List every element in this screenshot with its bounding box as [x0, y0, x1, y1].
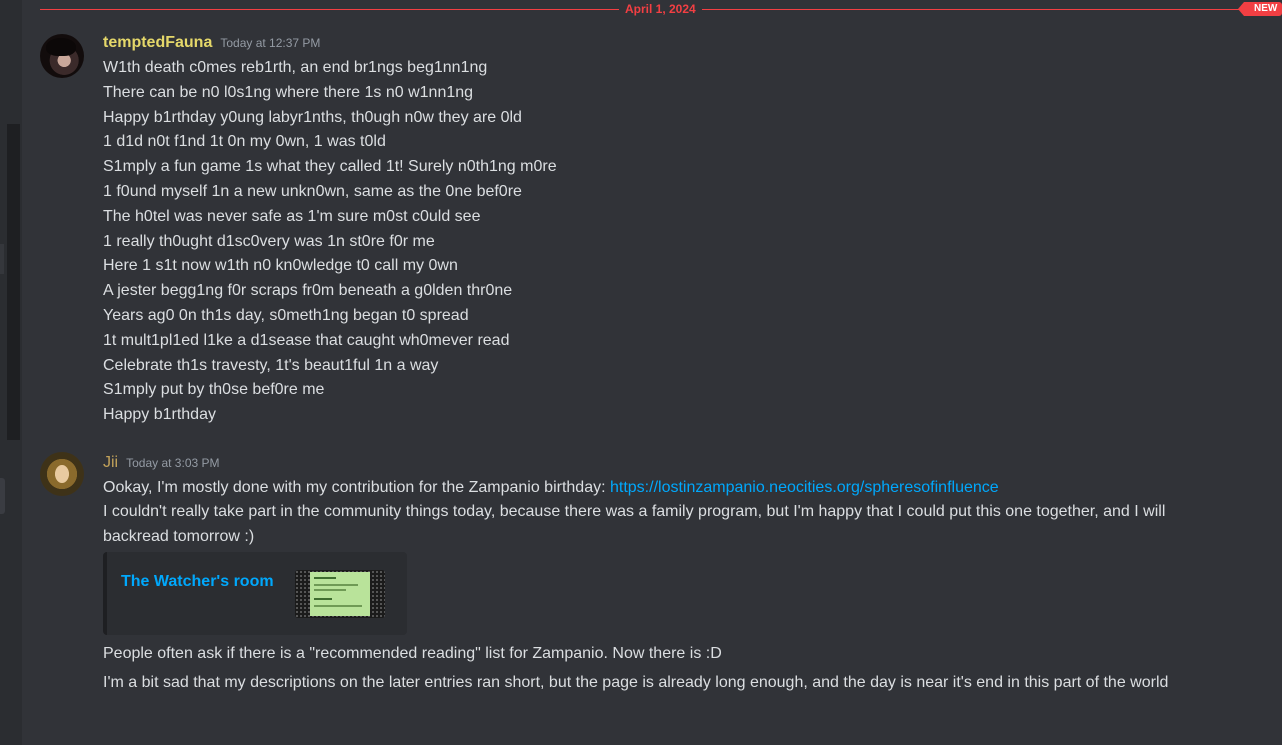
sidebar-collapse-handle[interactable]	[0, 478, 5, 514]
username[interactable]: Jii	[103, 452, 118, 474]
message-line: 1 d1d n0t f1nd 1t 0n my 0wn, 1 was t0ld	[103, 133, 386, 151]
message-line: W1th death c0mes reb1rth, an end br1ngs …	[103, 59, 488, 76]
message-line: S1mply a fun game 1s what they called 1t…	[103, 158, 557, 176]
message-line: S1mply put by th0se bef0re me	[103, 381, 325, 399]
avatar-face	[55, 465, 69, 483]
message-line: I'm a bit sad that my descriptions on th…	[103, 674, 1169, 691]
sidebar-indicator	[0, 244, 4, 274]
avatar[interactable]	[40, 34, 84, 78]
timestamp[interactable]: Today at 3:03 PM	[126, 452, 219, 474]
sidebar-scrollbar[interactable]	[7, 124, 20, 440]
thumbnail-page	[310, 572, 370, 616]
chat-messages: April 1, 2024 NEW temptedFauna Today at …	[22, 0, 1282, 745]
avatar-hair	[46, 38, 76, 56]
thumbnail-heading	[314, 598, 332, 600]
message-text: Ookay, I'm mostly done with my contribut…	[103, 479, 610, 496]
message-line: Here 1 s1t now w1th n0 kn0wledge t0 call…	[103, 257, 458, 275]
message-header: temptedFauna Today at 12:37 PM	[103, 32, 320, 54]
message-line: Years ag0 0n th1s day, s0meth1ng began t…	[103, 306, 469, 324]
embed-thumbnail[interactable]	[295, 570, 385, 618]
thumbnail-line	[314, 589, 346, 591]
message-link[interactable]: https://lostinzampanio.neocities.org/sph…	[610, 479, 999, 496]
server-sidebar-edge	[0, 0, 22, 745]
message-line: 1t mult1pl1ed l1ke a d1sease that caught…	[103, 331, 510, 349]
link-embed: The Watcher's room	[103, 552, 407, 635]
message-line: A jester begg1ng f0r scraps fr0m beneath…	[103, 282, 513, 300]
thumbnail-line	[314, 584, 358, 586]
message-content: W1th death c0mes reb1rth, an end br1ngs …	[103, 56, 557, 428]
message-line: Happy b1rthday	[103, 406, 216, 424]
message-line: The h0tel was never safe as 1'm sure m0s…	[103, 207, 481, 225]
message-line: There can be n0 l0s1ng where there 1s n0…	[103, 83, 474, 101]
message-line: 1 f0und myself 1n a new unkn0wn, same as…	[103, 182, 522, 200]
message-line: Happy b1rthday y0ung labyr1nths, th0ugh …	[103, 108, 522, 126]
username[interactable]: temptedFauna	[103, 32, 212, 54]
thumbnail-heading	[314, 577, 336, 579]
message-line: Celebrate th1s travesty, 1t's beaut1ful …	[103, 356, 439, 374]
embed-title[interactable]: The Watcher's room	[121, 572, 274, 592]
message-line: I couldn't really take part in the commu…	[103, 503, 1166, 545]
message-line: 1 really th0ught d1sc0very was 1n st0re …	[103, 232, 435, 250]
thumbnail-line	[314, 605, 362, 607]
message-line: People often ask if there is a "recommen…	[103, 645, 722, 662]
divider-date: April 1, 2024	[619, 1, 702, 17]
new-badge[interactable]: NEW	[1237, 2, 1282, 16]
message-line: Ookay, I'm mostly done with my contribut…	[103, 476, 1243, 501]
timestamp[interactable]: Today at 12:37 PM	[220, 32, 320, 54]
avatar[interactable]	[40, 452, 84, 496]
message-header: Jii Today at 3:03 PM	[103, 452, 220, 474]
